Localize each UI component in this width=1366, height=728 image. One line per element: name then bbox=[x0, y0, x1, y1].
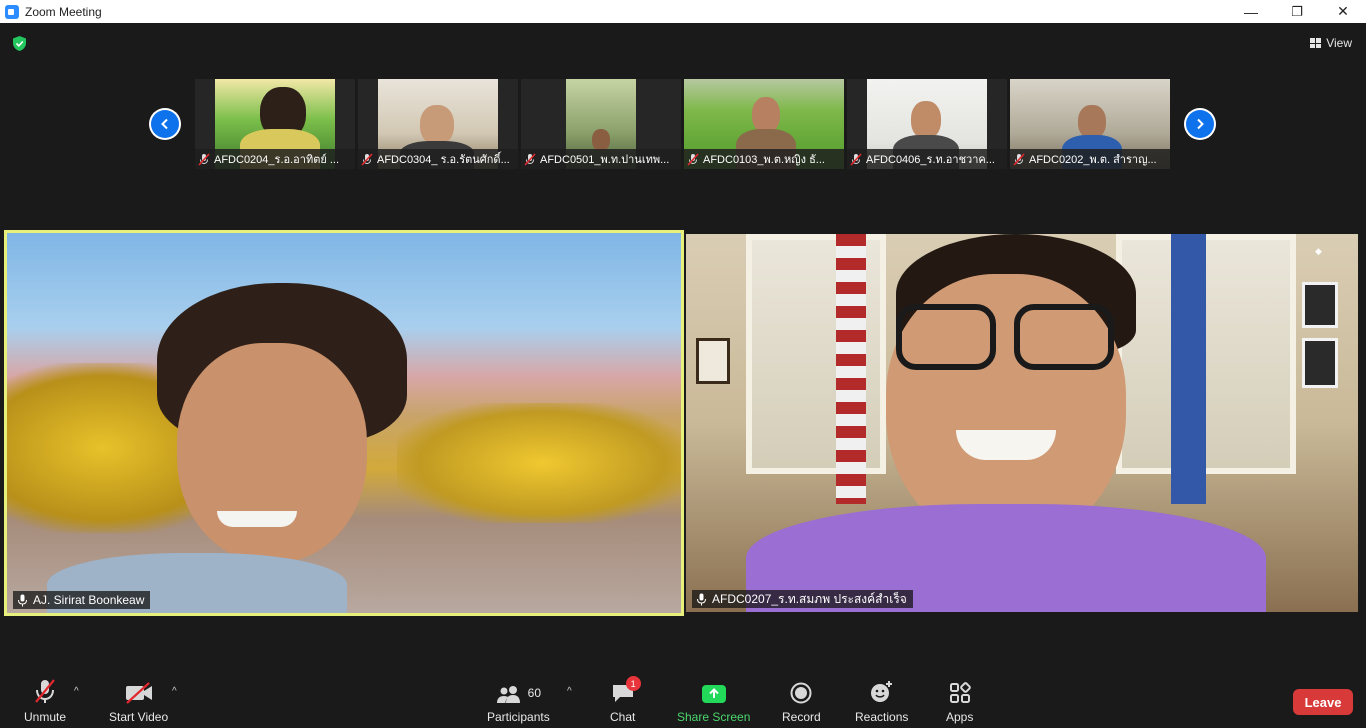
participants-count: 60 bbox=[527, 686, 542, 700]
leave-button[interactable]: Leave bbox=[1293, 689, 1353, 715]
zoom-app-icon bbox=[5, 4, 19, 19]
record-label: Record bbox=[782, 710, 821, 724]
participants-options-caret[interactable]: ^ bbox=[567, 686, 572, 697]
participant-name: AFDC0207_ร.ท.สมภพ ประสงค์สำเร็จ bbox=[712, 591, 907, 606]
person-smile bbox=[217, 511, 297, 527]
person-face bbox=[177, 343, 367, 563]
view-label: View bbox=[1326, 36, 1352, 50]
share-screen-button[interactable]: Share Screen bbox=[677, 678, 750, 724]
glasses-left bbox=[896, 304, 996, 370]
window-title: Zoom Meeting bbox=[25, 4, 102, 19]
participant-name: AFDC0103_พ.ต.หญิง ธั... bbox=[703, 154, 825, 166]
meeting-toolbar: Unmute ^ Start Video ^ 60 Participants ^… bbox=[0, 668, 1366, 728]
share-screen-icon bbox=[701, 685, 726, 703]
minimize-button[interactable]: — bbox=[1228, 0, 1274, 23]
participant-name: AFDC0202_พ.ต. สำราญ... bbox=[1029, 154, 1157, 166]
chat-label: Chat bbox=[610, 710, 636, 724]
apps-label: Apps bbox=[946, 710, 974, 724]
title-bar: Zoom Meeting — ❐ ✕ bbox=[0, 0, 1366, 23]
mic-icon bbox=[697, 593, 706, 605]
background-window bbox=[1116, 234, 1296, 474]
mic-muted-icon bbox=[1013, 152, 1025, 166]
active-speaker-video[interactable]: AJ. Sirirat Boonkeaw bbox=[4, 230, 684, 616]
person-smile bbox=[956, 430, 1056, 460]
apps-button[interactable]: Apps bbox=[946, 678, 973, 724]
video-options-caret[interactable]: ^ bbox=[172, 686, 177, 697]
participant-name-tag: AFDC0207_ร.ท.สมภพ ประสงค์สำเร็จ bbox=[692, 590, 913, 608]
record-button[interactable]: Record bbox=[782, 678, 821, 724]
glasses-right bbox=[1014, 304, 1114, 370]
grid-view-icon bbox=[1310, 38, 1322, 48]
mic-icon bbox=[18, 594, 27, 606]
reactions-label: Reactions bbox=[855, 710, 909, 724]
portrait-frame bbox=[1302, 338, 1338, 388]
audio-options-caret[interactable]: ^ bbox=[74, 686, 79, 697]
participants-icon bbox=[496, 686, 520, 703]
reactions-button[interactable]: Reactions bbox=[855, 678, 908, 724]
participant-thumbnail[interactable]: AFDC0304_ ร.อ.รัตนศักดิ์... bbox=[358, 79, 518, 169]
mic-muted-icon bbox=[687, 152, 699, 166]
restore-button[interactable]: ❐ bbox=[1274, 0, 1320, 23]
zoom-window: Zoom Meeting — ❐ ✕ View AFDC0204_ร.อ.อาท… bbox=[0, 0, 1366, 728]
reactions-icon bbox=[870, 681, 892, 702]
participant-name: AJ. Sirirat Boonkeaw bbox=[33, 593, 145, 607]
mic-muted-icon bbox=[35, 679, 55, 703]
chat-unread-badge: 1 bbox=[625, 676, 641, 691]
unmute-button[interactable]: Unmute bbox=[24, 678, 66, 724]
participant-thumbnail[interactable]: AFDC0204_ร.อ.อาทิตย์ ... bbox=[195, 79, 355, 169]
chevron-right-icon bbox=[1197, 118, 1204, 130]
chat-button[interactable]: 1 Chat bbox=[610, 676, 641, 724]
participant-name: AFDC0304_ ร.อ.รัตนศักดิ์... bbox=[377, 154, 510, 166]
us-flag bbox=[836, 234, 866, 504]
mic-muted-icon bbox=[361, 152, 373, 166]
participants-button[interactable]: 60 Participants bbox=[487, 678, 550, 724]
unmute-label: Unmute bbox=[24, 710, 67, 724]
participant-video[interactable]: ◆ AFDC0207_ร.ท.สมภพ ประสงค์สำเร็จ bbox=[686, 234, 1358, 612]
start-video-button[interactable]: Start Video bbox=[109, 678, 168, 724]
thumbnail-strip: AFDC0204_ร.อ.อาทิตย์ ... AFDC0304_ ร.อ.ร… bbox=[195, 79, 1171, 169]
share-screen-label: Share Screen bbox=[677, 710, 751, 724]
participant-name: AFDC0204_ร.อ.อาทิตย์ ... bbox=[214, 154, 340, 166]
previous-page-button[interactable] bbox=[149, 108, 181, 140]
record-icon bbox=[790, 682, 812, 704]
participant-name: AFDC0501_พ.ท.ปานเทพ... bbox=[540, 154, 670, 166]
video-off-icon bbox=[125, 682, 152, 704]
blue-flag bbox=[1171, 234, 1206, 504]
next-page-button[interactable] bbox=[1184, 108, 1216, 140]
mic-muted-icon bbox=[524, 152, 536, 166]
background-foliage bbox=[397, 403, 681, 523]
participant-thumbnail[interactable]: AFDC0501_พ.ท.ปานเทพ... bbox=[521, 79, 681, 169]
security-shield-icon[interactable] bbox=[11, 35, 28, 52]
portrait-frame bbox=[1302, 282, 1338, 328]
nbc-logo: ◆ bbox=[1315, 246, 1322, 256]
chevron-left-icon bbox=[161, 118, 168, 130]
close-button[interactable]: ✕ bbox=[1320, 0, 1366, 23]
participant-thumbnail[interactable]: AFDC0406_ร.ท.อาชวาค... bbox=[847, 79, 1007, 169]
participant-name: AFDC0406_ร.ท.อาชวาค... bbox=[866, 154, 995, 166]
participants-label: Participants bbox=[487, 710, 550, 724]
view-button[interactable]: View bbox=[1310, 33, 1352, 53]
mic-muted-icon bbox=[850, 152, 862, 166]
wall-frame bbox=[696, 338, 730, 384]
participant-name-tag: AJ. Sirirat Boonkeaw bbox=[13, 591, 151, 609]
start-video-label: Start Video bbox=[109, 710, 169, 724]
mic-muted-icon bbox=[198, 152, 210, 166]
participant-thumbnail[interactable]: AFDC0103_พ.ต.หญิง ธั... bbox=[684, 79, 844, 169]
participant-thumbnail[interactable]: AFDC0202_พ.ต. สำราญ... bbox=[1010, 79, 1170, 169]
apps-icon bbox=[949, 682, 971, 703]
